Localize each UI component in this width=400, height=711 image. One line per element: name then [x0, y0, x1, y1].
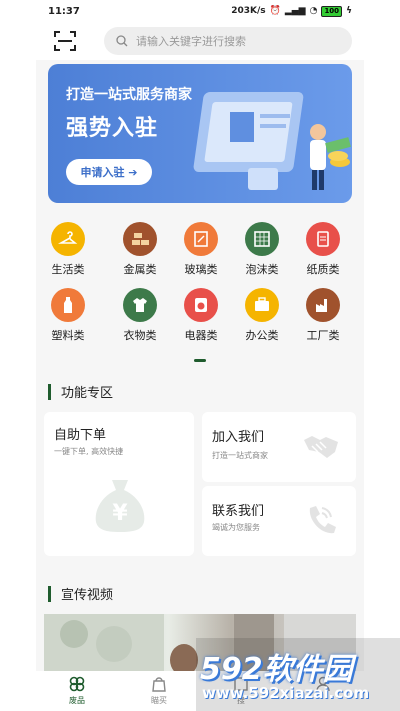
join-us-title: 加入我们 [212, 430, 265, 445]
clover-icon [69, 676, 85, 692]
title-bar [48, 383, 51, 400]
tab-label: 瞄买 [151, 696, 167, 705]
search-placeholder: 请输入关键字进行搜索 [136, 35, 246, 48]
search-input[interactable]: 请输入关键字进行搜索 [104, 27, 352, 55]
category-label: 工厂类 [306, 329, 340, 342]
app-screen: 11:37 203K/s ⏰ ▂▄▆ ◔ 100 ϟ 请输入关键字进行搜索 打造… [36, 0, 364, 711]
glass-icon [184, 222, 218, 256]
status-indicators: 203K/s ⏰ ▂▄▆ ◔ 100 ϟ [231, 5, 352, 17]
network-speed: 203K/s [231, 6, 266, 16]
money-bag-icon: ¥ [95, 480, 145, 532]
watermark-url: www.592xiazai.com [202, 684, 370, 702]
category-item[interactable]: 塑料类 [38, 288, 98, 343]
phone-icon [309, 506, 336, 534]
features-section-title: 功能专区 [48, 382, 113, 401]
category-label: 电器类 [184, 329, 218, 342]
paper-icon [306, 222, 340, 256]
category-label: 纸质类 [306, 263, 340, 276]
wifi-icon: ◔ [309, 6, 318, 16]
contact-us-card[interactable]: 联系我们 竭诚为您服务 [202, 486, 356, 556]
category-label: 金属类 [123, 263, 157, 276]
top-bar: 请输入关键字进行搜索 [36, 22, 364, 60]
battery-icon: 100 [321, 5, 343, 17]
tab-buy[interactable]: 瞄买 [118, 671, 200, 711]
hanger-icon [51, 222, 85, 256]
category-item[interactable]: 金属类 [110, 222, 170, 277]
svg-text:¥: ¥ [112, 501, 128, 526]
apply-join-label: 申请入驻 [80, 166, 125, 179]
category-label: 衣物类 [123, 329, 157, 342]
shirt-icon [123, 288, 157, 322]
washer-icon [184, 288, 218, 322]
category-label: 玻璃类 [184, 263, 218, 276]
category-item[interactable]: 玻璃类 [171, 222, 231, 277]
category-label: 办公类 [245, 329, 279, 342]
category-item[interactable]: 电器类 [171, 288, 231, 343]
banner-line2: 强势入驻 [66, 116, 159, 141]
search-icon [116, 35, 128, 47]
scan-icon[interactable] [54, 30, 76, 52]
category-label: 塑料类 [51, 329, 85, 342]
status-time: 11:37 [48, 5, 80, 17]
features-title-text: 功能专区 [61, 386, 114, 401]
status-bar: 11:37 203K/s ⏰ ▂▄▆ ◔ 100 ϟ [36, 0, 364, 22]
category-item[interactable]: 纸质类 [293, 222, 353, 277]
self-order-subtitle: 一键下单, 高效快捷 [54, 447, 124, 456]
video-title-text: 宣传视频 [61, 588, 114, 603]
join-banner[interactable]: 打造一站式服务商家 强势入驻 申请入驻 ➔ [48, 64, 352, 203]
category-item[interactable]: 泡沫类 [232, 222, 292, 277]
foam-icon [245, 222, 279, 256]
self-order-title: 自助下单 [54, 428, 107, 443]
title-bar [48, 585, 51, 602]
category-item[interactable]: 办公类 [232, 288, 292, 343]
arrow-right-icon: ➔ [124, 165, 138, 179]
category-item[interactable]: 工厂类 [293, 288, 353, 343]
bottle-icon [51, 288, 85, 322]
video-section-title: 宣传视频 [48, 584, 113, 603]
charging-icon: ϟ [346, 6, 352, 16]
apply-join-button[interactable]: 申请入驻 ➔ [66, 159, 152, 185]
watermark-logo: 592软件园 [200, 652, 353, 687]
banner-illustration [193, 92, 351, 190]
tab-label: 废品 [69, 696, 85, 705]
page-indicator [194, 359, 206, 362]
category-label: 生活类 [51, 263, 85, 276]
factory-icon [306, 288, 340, 322]
handshake-icon [304, 436, 338, 458]
banner-line1: 打造一站式服务商家 [66, 87, 192, 103]
contact-us-subtitle: 竭诚为您服务 [212, 523, 260, 532]
self-order-card[interactable]: 自助下单 一键下单, 高效快捷 ¥ [44, 412, 194, 556]
ingot-icon [123, 222, 157, 256]
category-item[interactable]: 衣物类 [110, 288, 170, 343]
alarm-icon: ⏰ [269, 6, 281, 16]
contact-us-title: 联系我们 [212, 504, 265, 519]
signal-icon: ▂▄▆ [284, 6, 306, 16]
briefcase-icon [245, 288, 279, 322]
join-us-card[interactable]: 加入我们 打造一站式商家 [202, 412, 356, 482]
join-us-subtitle: 打造一站式商家 [212, 451, 268, 460]
tab-recycle[interactable]: 废品 [36, 671, 118, 711]
category-label: 泡沫类 [245, 263, 279, 276]
bag-icon [152, 677, 166, 692]
category-item[interactable]: 生活类 [38, 222, 98, 277]
